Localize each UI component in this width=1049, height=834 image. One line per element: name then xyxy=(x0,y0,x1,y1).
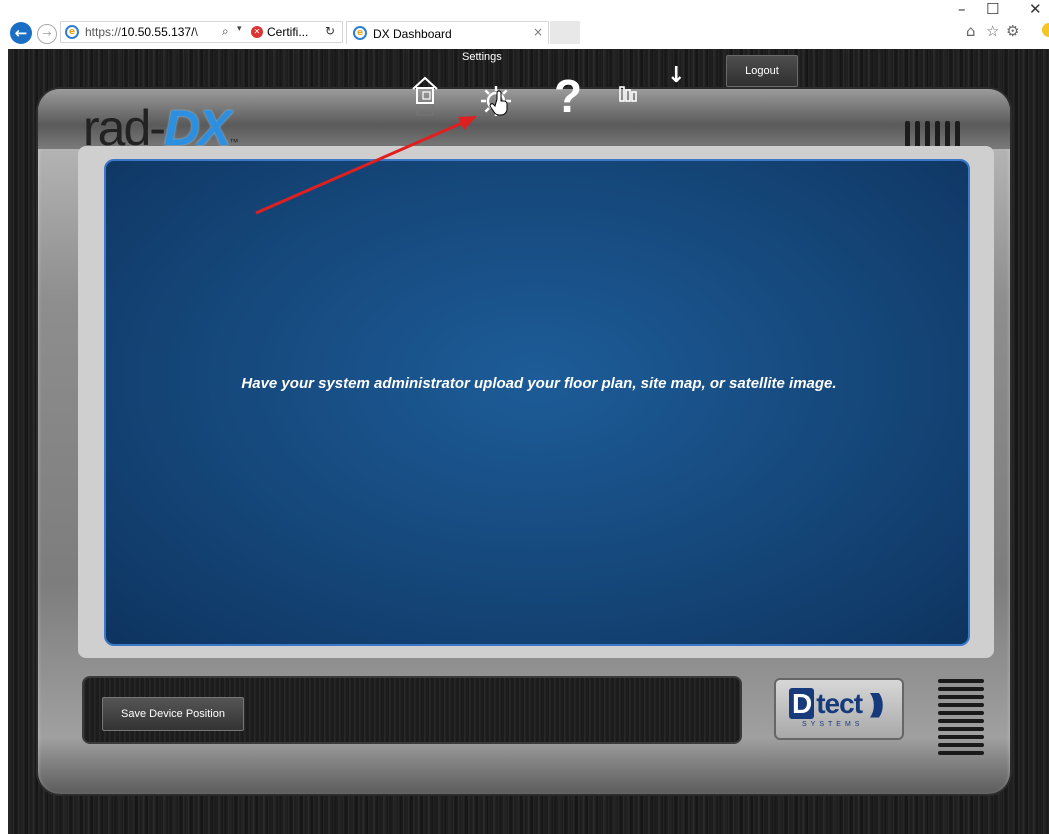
logout-button[interactable]: Logout xyxy=(726,55,798,87)
signal-waves-icon: ))) xyxy=(870,688,884,718)
tab-title: DX Dashboard xyxy=(373,27,452,41)
bottom-grille xyxy=(938,679,984,759)
ie-icon: e xyxy=(353,26,367,40)
save-device-position-button[interactable]: Save Device Position xyxy=(102,697,244,731)
address-bar[interactable]: e https://10.50.55.137/\ ⌕ ▾ ✕ Certifi..… xyxy=(60,21,343,43)
help-icon[interactable]: ? xyxy=(554,69,582,123)
browser-chrome: ← → e https://10.50.55.137/\ ⌕ ▾ ✕ Certi… xyxy=(0,0,1049,49)
browser-tab[interactable]: e DX Dashboard × xyxy=(346,21,549,44)
stats-icon[interactable] xyxy=(618,84,642,106)
app-background: rad-DX™ ⌄ Have your system administrator… xyxy=(8,49,1049,834)
settings-tooltip: Settings xyxy=(462,51,502,63)
favorites-icon[interactable]: ☆ xyxy=(986,22,999,40)
tab-close-icon[interactable]: × xyxy=(533,25,543,39)
new-tab-button[interactable] xyxy=(550,21,580,44)
forward-arrow-icon[interactable]: → xyxy=(37,24,57,44)
search-icon[interactable]: ⌕ xyxy=(222,24,229,39)
home-nav-icon[interactable] xyxy=(410,74,440,118)
certificate-error-icon[interactable]: ✕ xyxy=(251,26,263,38)
certificate-error-label[interactable]: Certifi... xyxy=(267,25,308,39)
feedback-smiley-icon[interactable] xyxy=(1042,23,1049,37)
download-icon[interactable]: ↓ xyxy=(667,63,685,88)
settings-gear-icon[interactable] xyxy=(478,83,514,119)
close-window-button[interactable]: ✕ xyxy=(1029,0,1042,18)
minimize-button[interactable]: – xyxy=(958,0,966,18)
map-display-area: Have your system administrator upload yo… xyxy=(104,159,970,646)
refresh-icon[interactable]: ↻ xyxy=(325,24,335,38)
ie-icon: e xyxy=(65,25,79,39)
no-map-message: Have your system administrator upload yo… xyxy=(241,375,837,392)
url-text[interactable]: https://10.50.55.137/\ xyxy=(85,25,198,39)
maximize-button[interactable]: ☐ xyxy=(986,0,999,18)
tools-icon[interactable]: ⚙ xyxy=(1006,22,1019,40)
home-icon[interactable]: ⌂ xyxy=(966,22,976,40)
dropdown-icon[interactable]: ▾ xyxy=(237,24,242,34)
dtect-systems-logo: Dtect ))) SYSTEMS xyxy=(774,678,904,740)
back-arrow-icon[interactable]: ← xyxy=(10,22,32,44)
